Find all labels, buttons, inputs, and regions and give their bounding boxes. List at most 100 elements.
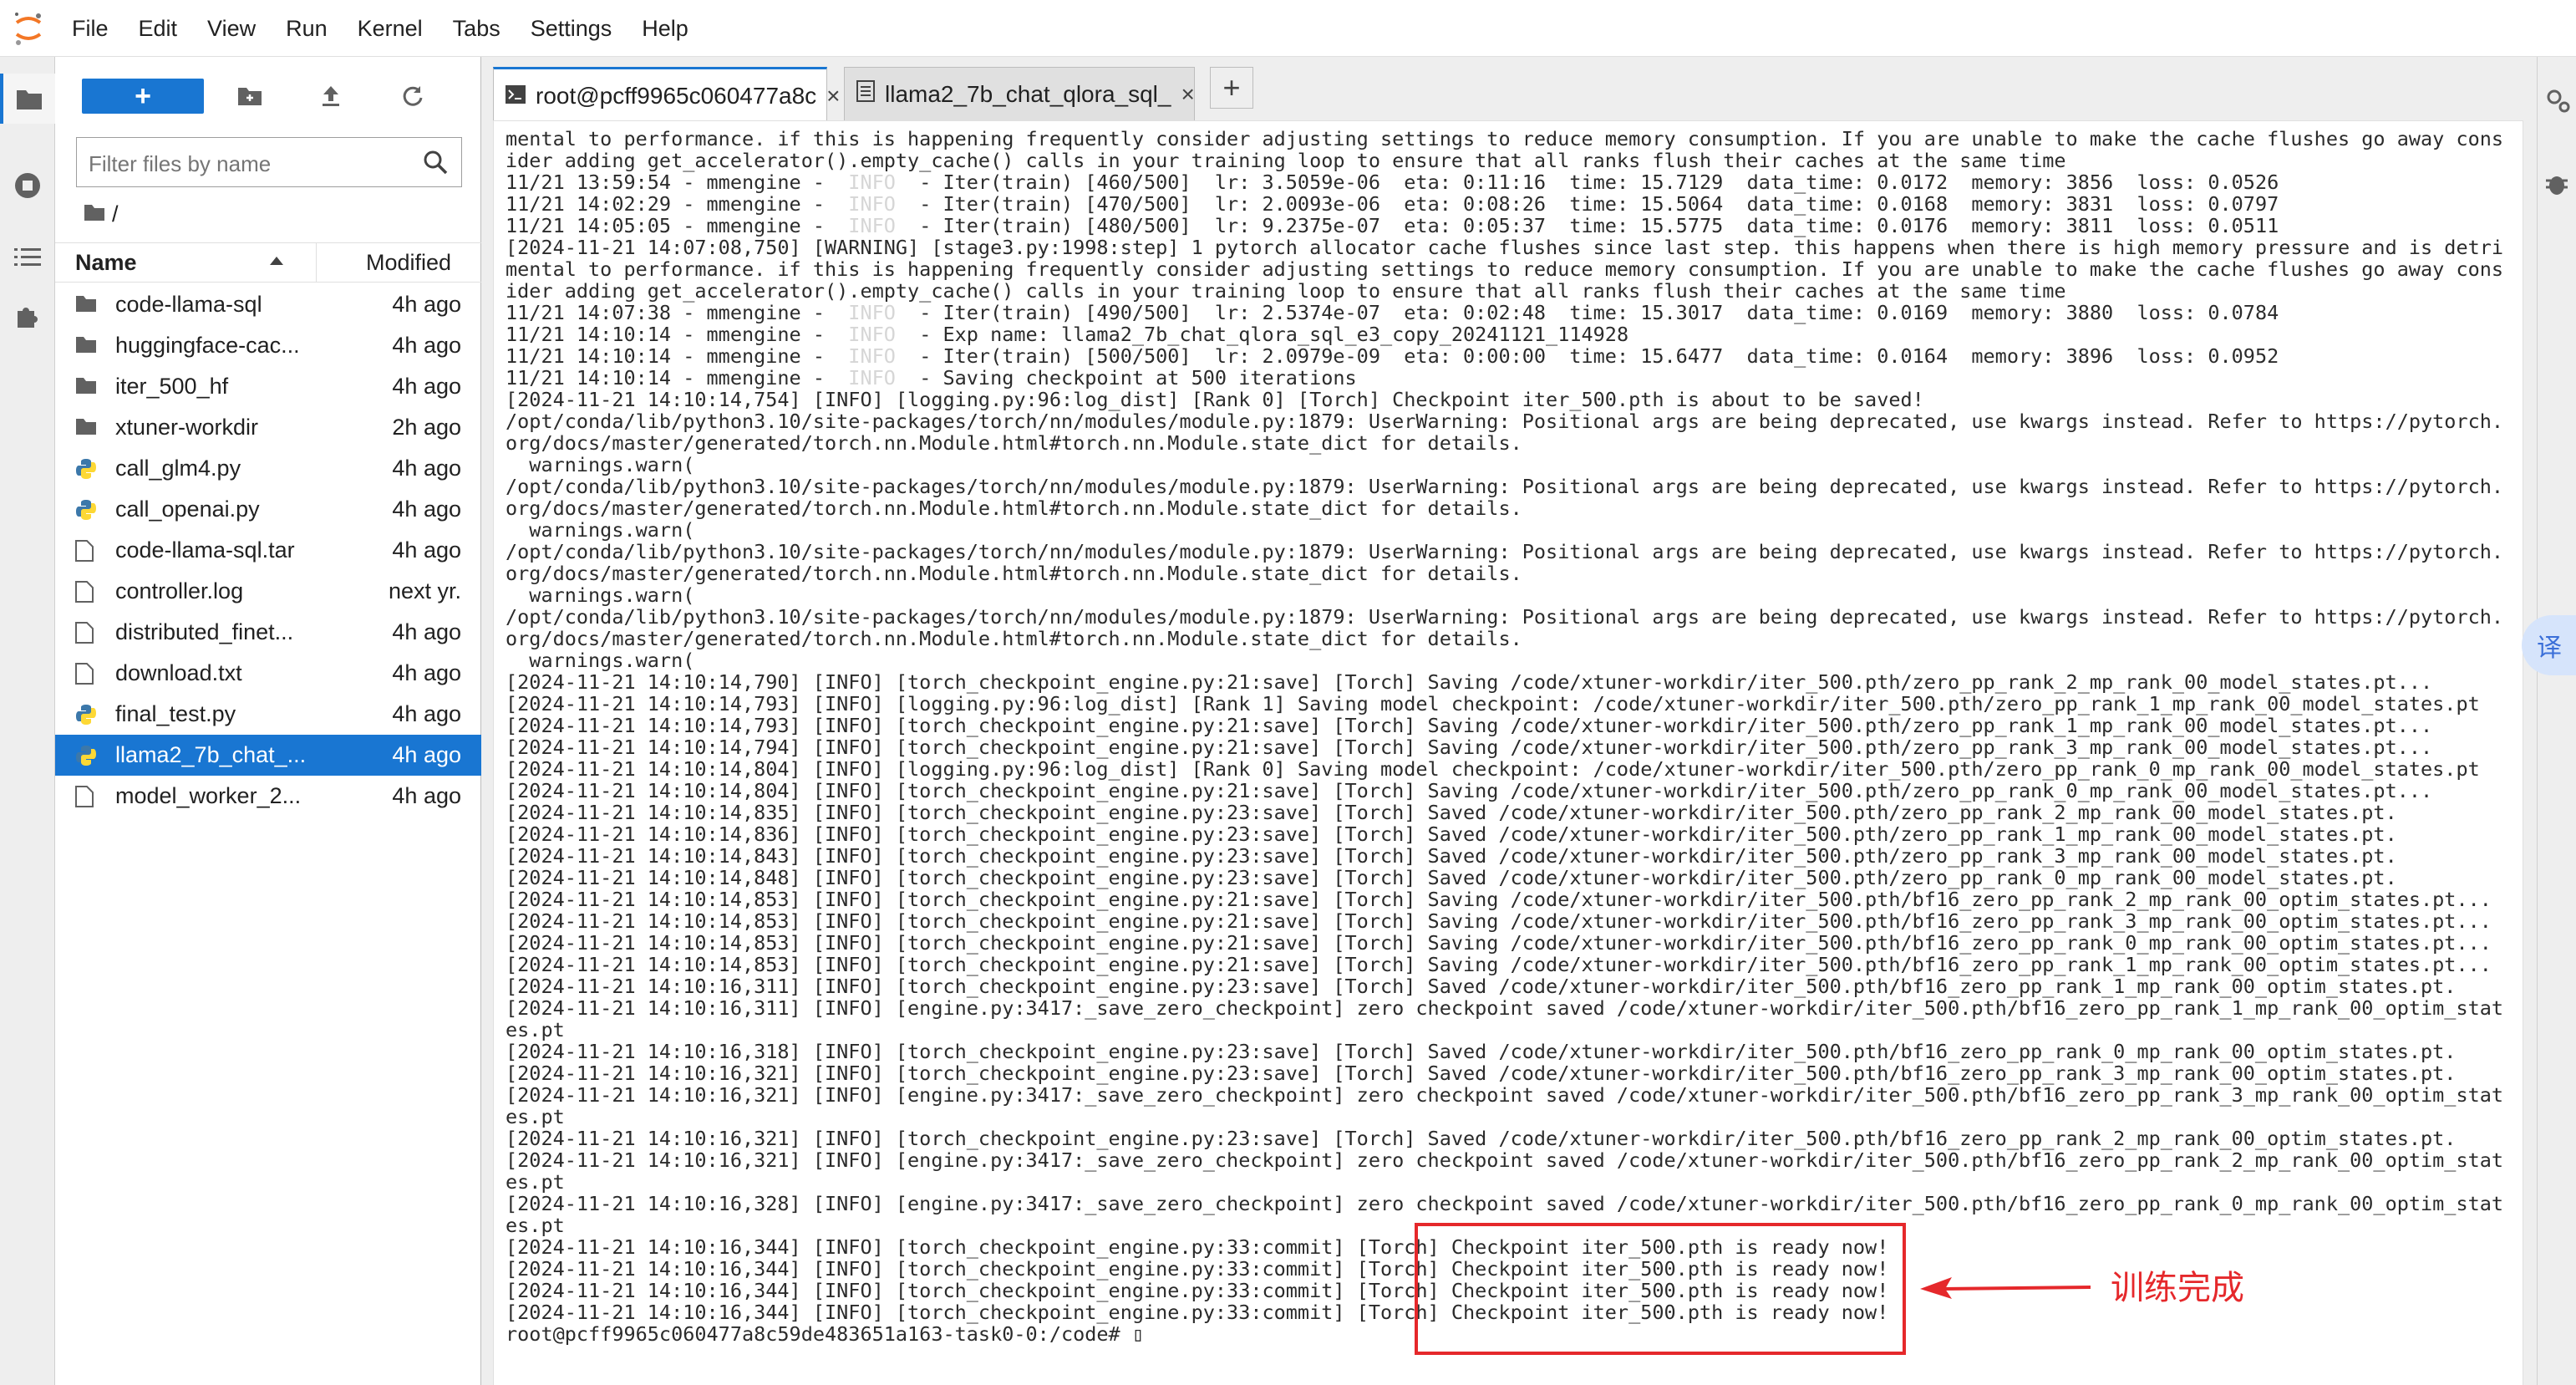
terminal-line: /opt/conda/lib/python3.10/site-packages/… (506, 540, 2504, 563)
file-name: huggingface-cac... (115, 333, 300, 358)
menu-help[interactable]: Help (627, 0, 704, 57)
terminal-line: 11/21 13:59:54 - mmengine - INFO - Iter(… (506, 171, 2279, 194)
file-row[interactable]: code-llama-sql 4h ago (55, 284, 481, 325)
file-row[interactable]: download.txt 4h ago (55, 653, 481, 694)
terminal-line: es.pt (506, 1170, 565, 1194)
tab-bar: root@pcff9965c060477a8c × llama2_7b_chat… (481, 57, 2537, 122)
terminal-line: [2024-11-21 14:10:16,328] [INFO] [engine… (506, 1192, 2504, 1215)
file-row[interactable]: final_test.py 4h ago (55, 694, 481, 735)
text-file-icon (856, 80, 875, 108)
menu-view[interactable]: View (192, 0, 271, 57)
file-modified: 4h ago (392, 333, 461, 358)
file-row[interactable]: huggingface-cac... 4h ago (55, 325, 481, 366)
refresh-icon[interactable] (393, 79, 431, 114)
file-modified: 4h ago (392, 742, 461, 767)
terminal-line: [2024-11-21 14:10:16,321] [INFO] [engine… (506, 1148, 2504, 1172)
main-area: root@pcff9965c060477a8c × llama2_7b_chat… (481, 57, 2537, 1385)
terminal-line: [2024-11-21 14:10:14,843] [INFO] [torch_… (506, 844, 2397, 868)
file-row[interactable]: xtuner-workdir 2h ago (55, 407, 481, 448)
log-level-tag: INFO (836, 323, 908, 346)
log-level-tag: INFO (836, 366, 908, 390)
file-icon (75, 622, 97, 644)
debugger-icon[interactable] (2544, 171, 2569, 201)
file-name: llama2_7b_chat_... (115, 742, 307, 767)
terminal-line: [2024-11-21 14:10:14,835] [INFO] [torch_… (506, 801, 2397, 824)
file-name: call_glm4.py (115, 456, 241, 481)
file-row[interactable]: call_openai.py 4h ago (55, 489, 481, 530)
column-divider (316, 243, 317, 282)
menu-tabs[interactable]: Tabs (438, 0, 516, 57)
close-icon[interactable]: × (826, 83, 840, 109)
terminal-line: org/docs/master/generated/torch.nn.Modul… (506, 496, 1522, 520)
terminal-line: [2024-11-21 14:10:16,318] [INFO] [torch_… (506, 1040, 2457, 1063)
file-row[interactable]: code-llama-sql.tar 4h ago (55, 530, 481, 571)
file-modified: 4h ago (392, 783, 461, 808)
menu-run[interactable]: Run (271, 0, 343, 57)
file-row[interactable]: llama2_7b_chat_... 4h ago (55, 735, 481, 776)
python-file-icon (75, 499, 97, 521)
property-inspector-icon[interactable] (2544, 87, 2571, 118)
file-modified: 4h ago (392, 456, 461, 481)
file-browser-toolbar: + (55, 57, 481, 140)
terminal-line: [2024-11-21 14:10:14,853] [INFO] [torch_… (506, 888, 2492, 911)
terminal-line: 11/21 14:10:14 - mmengine - INFO - Exp n… (506, 323, 1629, 346)
column-name-header[interactable]: Name (75, 250, 137, 276)
terminal-line: ider adding get_accelerator().empty_cach… (506, 279, 2066, 303)
filter-field: Filter files by name (76, 137, 517, 189)
log-level-tag: INFO (836, 192, 908, 216)
terminal-line: [2024-11-21 14:10:14,836] [INFO] [torch_… (506, 822, 2397, 846)
breadcrumb-folder-icon[interactable] (84, 201, 105, 227)
menu-edit[interactable]: Edit (124, 0, 193, 57)
sort-ascending-icon[interactable] (269, 255, 284, 270)
menu-bar: File Edit View Run Kernel Tabs Settings … (0, 0, 2576, 57)
new-launcher-button[interactable]: + (82, 79, 204, 114)
column-modified-header[interactable]: Modified (366, 250, 451, 276)
file-name: code-llama-sql.tar (115, 537, 295, 563)
terminal-line: [2024-11-21 14:10:14,754] [INFO] [loggin… (506, 388, 1924, 411)
terminal-line: [2024-11-21 14:10:14,793] [INFO] [torch_… (506, 714, 2433, 737)
file-row[interactable]: controller.log next yr. (55, 571, 481, 612)
filter-input[interactable]: Filter files by name (76, 137, 462, 187)
file-name: final_test.py (115, 701, 236, 726)
terminal-panel[interactable]: mental to performance. if this is happen… (493, 120, 2523, 1385)
tab-python-file[interactable]: llama2_7b_chat_qlora_sql_ × (844, 67, 1195, 120)
tab-terminal[interactable]: root@pcff9965c060477a8c × (493, 67, 841, 122)
annotation-highlight-box (1415, 1223, 1906, 1355)
breadcrumb-root[interactable]: / (112, 201, 119, 227)
file-name: xtuner-workdir (115, 415, 259, 440)
menu-file[interactable]: File (57, 0, 124, 57)
file-row[interactable]: call_glm4.py 4h ago (55, 448, 481, 489)
close-icon[interactable]: × (1181, 81, 1194, 108)
terminal-line: 11/21 14:05:05 - mmengine - INFO - Iter(… (506, 214, 2279, 237)
translate-button[interactable]: 译 (2522, 615, 2576, 675)
terminal-line: [2024-11-21 14:10:14,794] [INFO] [torch_… (506, 736, 2433, 759)
terminal-line: warnings.warn( (506, 453, 695, 476)
file-row[interactable]: distributed_finet... 4h ago (55, 612, 481, 653)
search-icon (423, 150, 448, 179)
new-folder-icon[interactable] (231, 79, 269, 114)
terminal-line: [2024-11-21 14:10:14,790] [INFO] [torch_… (506, 670, 2433, 694)
add-tab-button[interactable]: + (1210, 67, 1253, 109)
file-icon (75, 540, 97, 562)
file-row[interactable]: model_worker_2... 4h ago (55, 776, 481, 817)
file-row[interactable]: iter_500_hf 4h ago (55, 366, 481, 407)
terminal-line: [2024-11-21 14:10:14,848] [INFO] [torch_… (506, 866, 2397, 889)
terminal-line: warnings.warn( (506, 583, 695, 607)
file-name: controller.log (115, 578, 244, 603)
upload-icon[interactable] (312, 79, 350, 114)
terminal-icon (506, 83, 526, 109)
log-level-tag: INFO (836, 171, 908, 194)
terminal-line: [2024-11-21 14:10:16,321] [INFO] [engine… (506, 1083, 2504, 1107)
menu-kernel[interactable]: Kernel (343, 0, 438, 57)
running-kernels-icon[interactable] (0, 160, 55, 211)
file-icon (75, 663, 97, 685)
folder-icon[interactable] (0, 74, 55, 124)
terminal-line: org/docs/master/generated/torch.nn.Modul… (506, 627, 1522, 650)
extension-icon[interactable] (0, 291, 55, 341)
table-of-contents-icon[interactable] (0, 232, 55, 283)
terminal-line: es.pt (506, 1018, 565, 1041)
menu-settings[interactable]: Settings (516, 0, 627, 57)
terminal-line: ider adding get_accelerator().empty_cach… (506, 149, 2066, 172)
file-modified: 4h ago (392, 496, 461, 522)
terminal-line: [2024-11-21 14:10:16,311] [INFO] [torch_… (506, 975, 2457, 998)
